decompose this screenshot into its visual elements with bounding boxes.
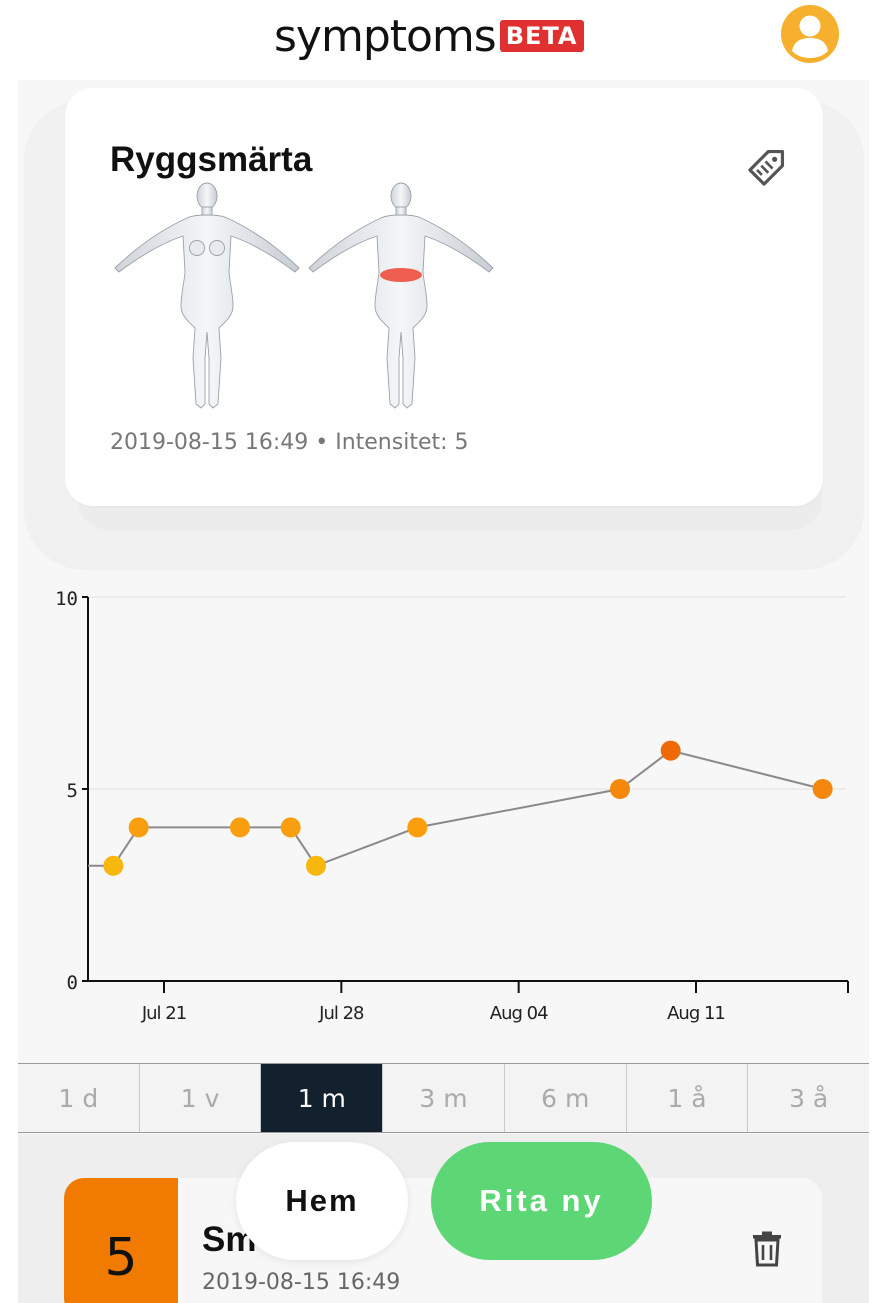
list-item-date: 2019-08-15 16:49	[202, 1270, 401, 1295]
data-point	[280, 817, 301, 838]
data-point	[812, 779, 833, 799]
x-tick-label: Aug 04	[490, 1003, 548, 1024]
range-tab-0[interactable]: 1 d	[18, 1064, 140, 1132]
x-tick-label: Jul 21	[141, 1003, 186, 1024]
x-tick-label: Jul 28	[318, 1003, 364, 1024]
range-tab-3[interactable]: 3 m	[383, 1064, 505, 1132]
draw-new-button[interactable]: Rita ny	[431, 1142, 652, 1260]
y-tick-label: 0	[67, 972, 78, 994]
home-button[interactable]: Hem	[236, 1142, 408, 1260]
user-circle-icon[interactable]	[781, 5, 839, 63]
range-tab-2[interactable]: 1 m	[261, 1064, 384, 1132]
symptom-card[interactable]: Ryggsmärta 2019-08-15 16:49 • Intensitet…	[65, 88, 823, 506]
data-point	[610, 779, 630, 799]
data-point	[306, 855, 326, 876]
time-range-selector: 1 d1 v1 m3 m6 m1 å3 å	[18, 1063, 869, 1133]
range-tab-6[interactable]: 3 å	[748, 1064, 869, 1132]
data-point	[128, 817, 149, 838]
data-point	[230, 817, 250, 838]
range-tab-5[interactable]: 1 å	[627, 1064, 749, 1132]
data-point	[407, 817, 428, 838]
intensity-chart: 0 5 10 Jul 21 Jul 28 Aug 04 Aug 11	[55, 588, 849, 1024]
symptom-meta: 2019-08-15 16:49 • Intensitet: 5	[110, 430, 469, 455]
symptom-title: Ryggsmärta	[110, 140, 313, 179]
logo-text: symptoms	[274, 10, 497, 62]
tag-icon[interactable]	[747, 143, 791, 187]
data-point	[660, 740, 681, 761]
data-point	[103, 855, 124, 876]
intensity-badge: 5	[64, 1178, 178, 1303]
y-tick-label: 10	[55, 588, 78, 610]
range-tab-4[interactable]: 6 m	[505, 1064, 627, 1132]
app-logo: symptoms BETA	[274, 6, 584, 66]
intensity-value: 5	[104, 1228, 138, 1288]
body-back-figure[interactable]	[303, 182, 499, 416]
series-line	[88, 749, 823, 868]
beta-badge: BETA	[499, 20, 584, 52]
pain-area-lower-back	[380, 268, 422, 282]
trash-icon[interactable]	[750, 1230, 784, 1268]
app-header: symptoms BETA	[18, 0, 869, 80]
y-tick-label: 5	[67, 780, 78, 802]
x-tick-label: Aug 11	[667, 1003, 725, 1024]
body-front-figure[interactable]	[109, 182, 305, 416]
range-tab-1[interactable]: 1 v	[140, 1064, 262, 1132]
app-screen: symptoms BETA Ryggsmärta 2019-08-15 16:4…	[18, 0, 869, 1303]
